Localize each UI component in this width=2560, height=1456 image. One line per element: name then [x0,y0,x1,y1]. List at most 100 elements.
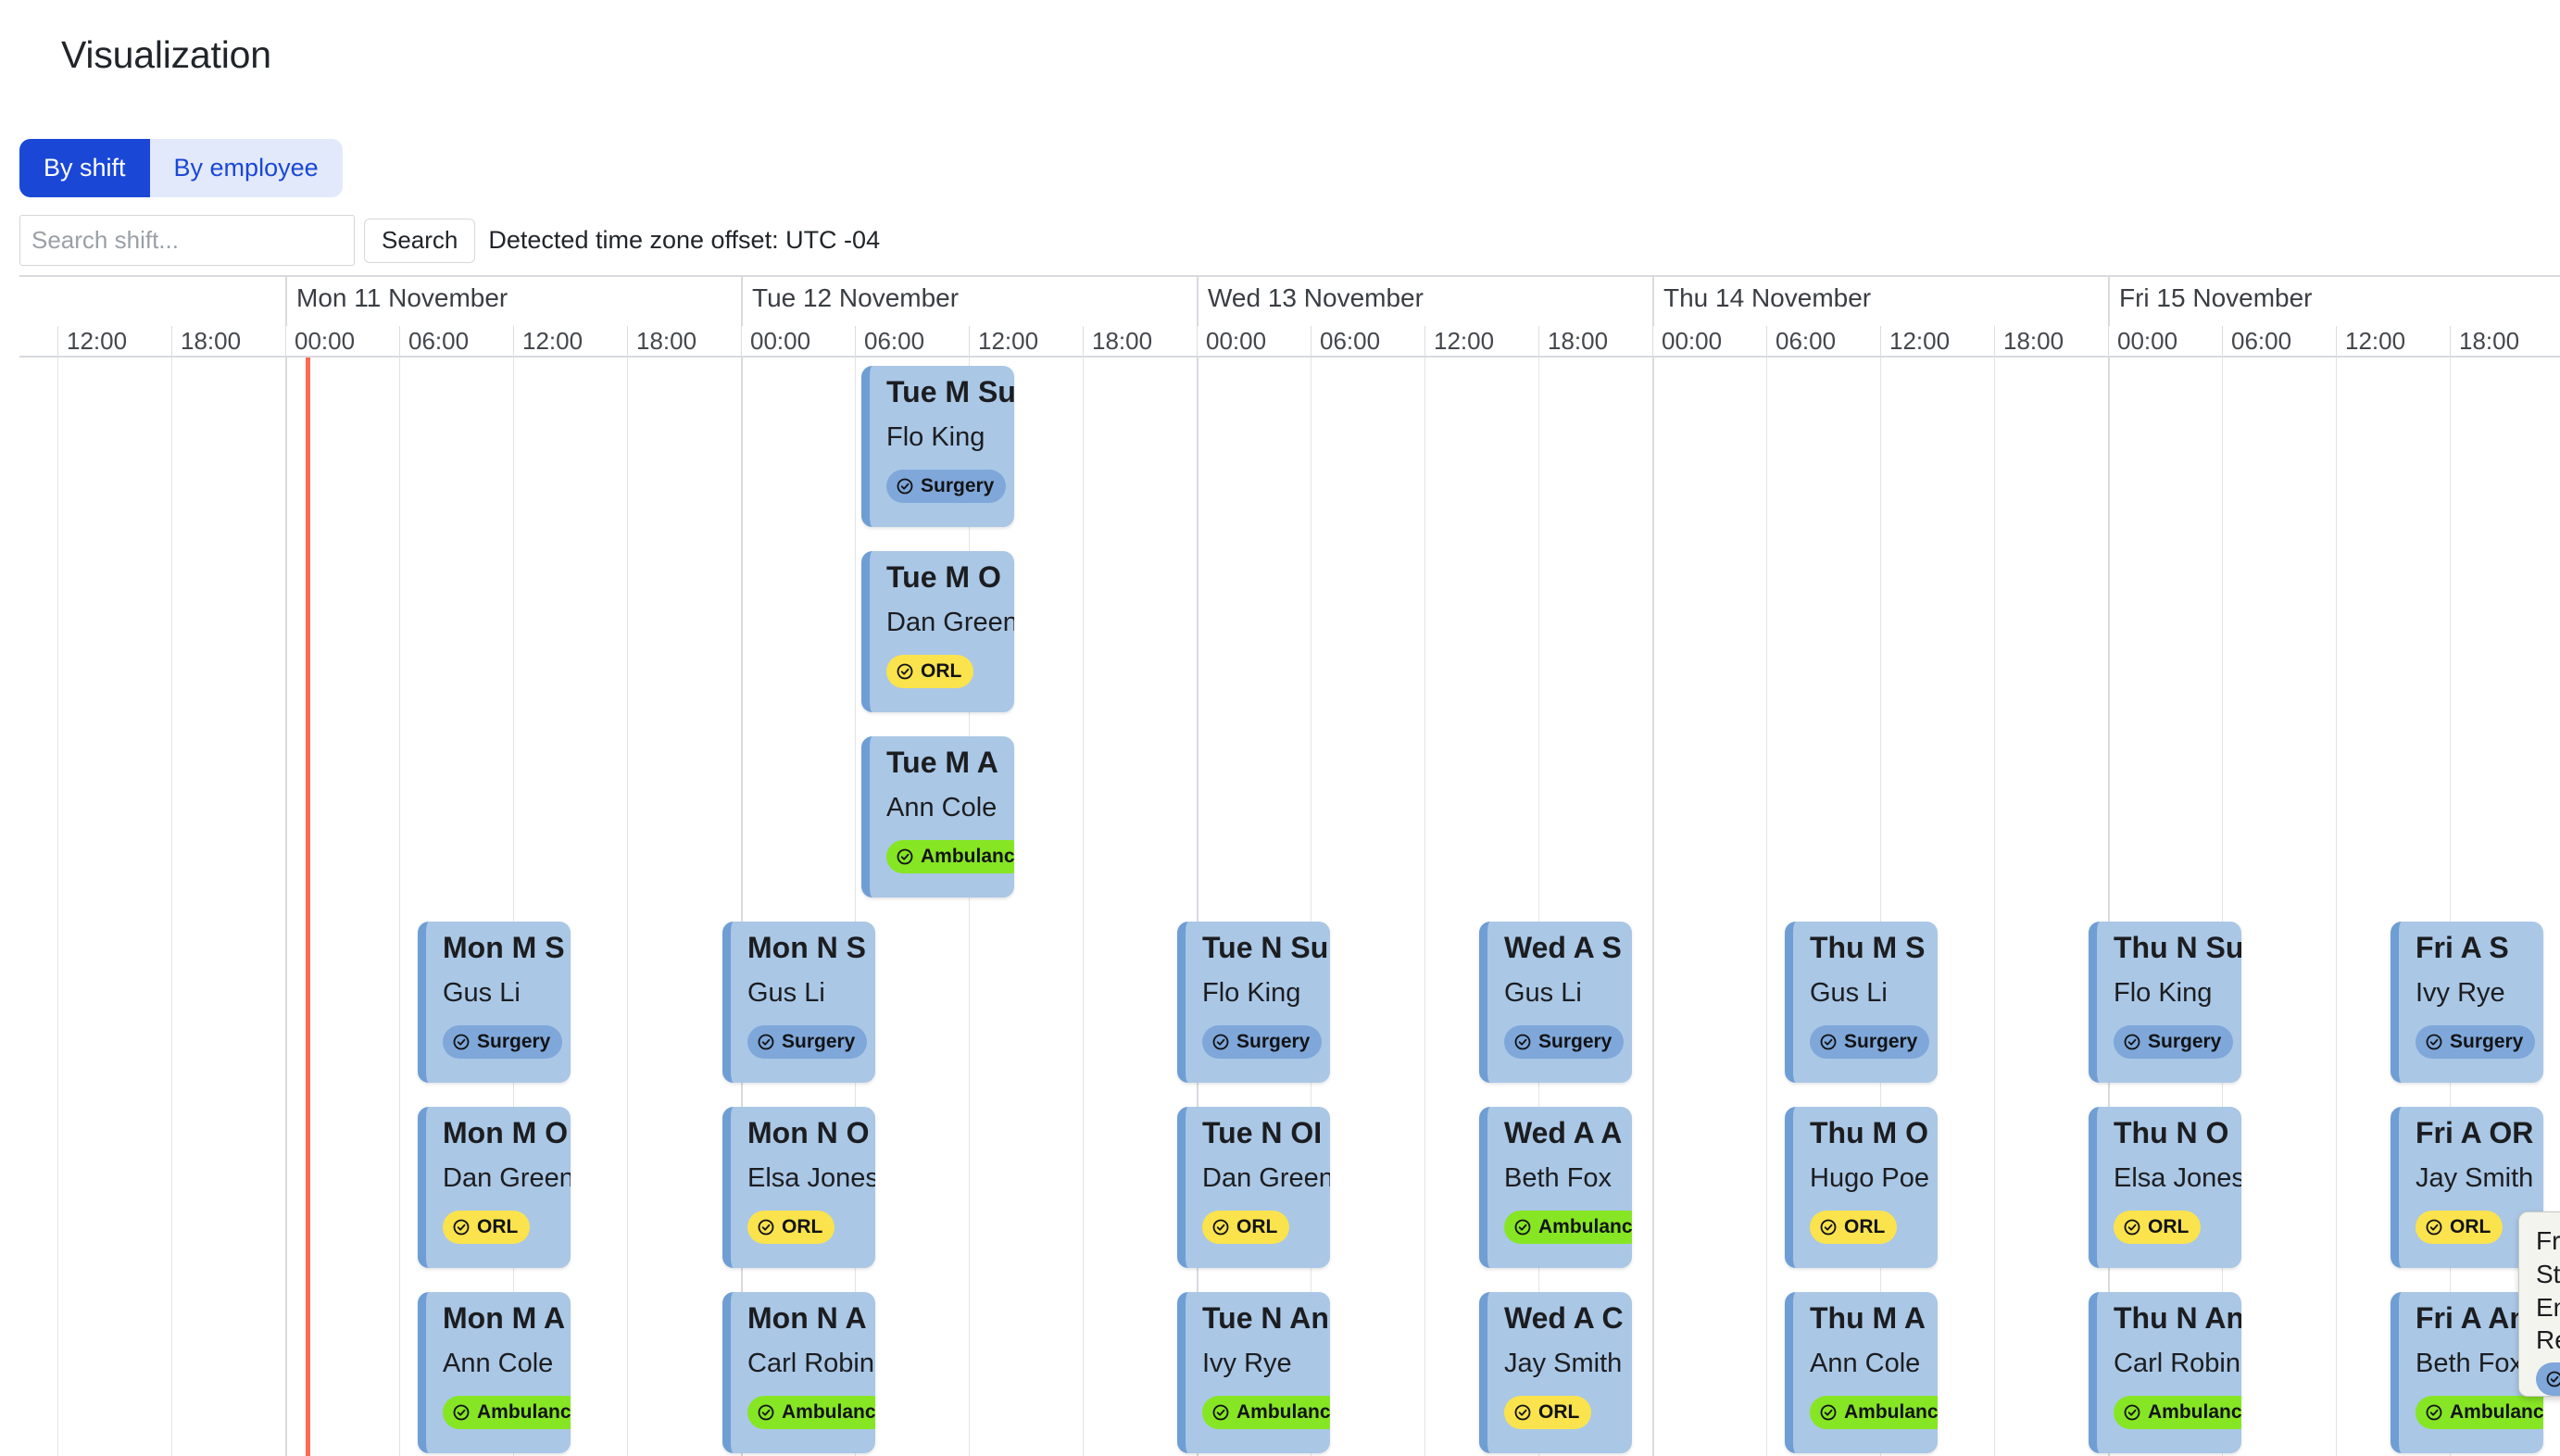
search-input[interactable] [19,215,355,266]
check-circle-icon [2426,1404,2442,1421]
visualization-page: Visualization By shift By employee Searc… [0,0,2560,1456]
shift-card-skill-badge: Surgery [1810,1025,1930,1060]
shift-card-skill-label: Ambulanc [477,1401,571,1424]
shift-card[interactable]: Tue N Su Flo King Surgery [1177,922,1330,1083]
shift-card-title: Mon M A [443,1301,566,1335]
shift-tooltip-line: End: [2536,1292,2560,1322]
shift-card-title: Mon N O [747,1116,870,1149]
shift-card-skill-label: Surgery [2148,1031,2222,1053]
shift-card[interactable]: Thu N An Carl Robin Ambulanc [2089,1292,2241,1453]
shift-card-skill-label: Surgery [782,1031,856,1053]
shift-card-skill-badge: Surgery [886,470,1007,504]
check-circle-icon [758,1404,774,1421]
shift-card-skill-badge: Surgery [747,1025,868,1060]
check-circle-icon [453,1034,470,1050]
timeline-body[interactable]: Tue M Su Flo King Surgery Tue M O Dan Green O… [19,358,2560,1456]
shift-card[interactable]: Mon M O Dan Green ORL [418,1107,571,1268]
shift-card[interactable]: Tue M A Ann Cole Ambulanc [861,736,1014,897]
timeline-hour-gridline [399,358,400,1456]
check-circle-icon [2124,1404,2140,1421]
shift-card-skill-label: Ambulanc [782,1401,875,1424]
shift-card-skill-badge: Ambulanc [886,840,1014,874]
shift-card-skill-label: Surgery [1538,1031,1613,1053]
check-circle-icon [1514,1219,1531,1236]
shift-tooltip-skill-badge: S [2536,1362,2560,1396]
tab-by-shift[interactable]: By shift [19,139,150,197]
shift-tooltip-line: Start [2536,1259,2560,1288]
shift-card-skill-label: Ambulanc [1844,1401,1938,1424]
check-circle-icon [1820,1404,1837,1421]
shift-card-skill-label: ORL [1538,1401,1580,1424]
shift-card[interactable]: Thu M S Gus Li Surgery [1785,922,1938,1083]
shift-card-skill-badge: Surgery [2114,1025,2234,1060]
shift-card-employee-name: Ivy Rye [1202,1348,1292,1378]
check-circle-icon [1514,1034,1531,1050]
shift-card[interactable]: Thu M O Hugo Poe ORL [1785,1107,1938,1268]
timeline-hour-gridline [1424,358,1425,1456]
shift-card[interactable]: Mon N O Elsa Jones ORL [722,1107,875,1268]
search-row: Search Detected time zone offset: UTC -0… [19,215,880,266]
shift-card-skill-badge: Ambulanc [1202,1396,1330,1430]
shift-card[interactable]: Mon M A Ann Cole Ambulanc [418,1292,571,1453]
shift-card-employee-name: Gus Li [1810,977,1888,1008]
timeline-hour-tick: 18:00 [1538,326,1652,358]
shift-card[interactable]: Fri A S Ivy Rye Surgery [2391,922,2543,1083]
timeline-hour-tick: 00:00 [1652,326,1766,358]
timeline-hour-tick: 06:00 [855,326,969,358]
shift-card[interactable]: Thu N O Elsa Jones ORL [2089,1107,2241,1268]
current-time-marker [306,358,310,1456]
shift-card-skill-badge: Surgery [1202,1025,1323,1060]
timeline-hour-tick: 18:00 [1994,326,2108,358]
shift-card-skill-label: Surgery [1236,1031,1311,1053]
shift-card-title: Fri A OR [2416,1116,2534,1149]
shift-card[interactable]: Tue M O Dan Green ORL [861,551,1014,712]
search-button[interactable]: Search [364,218,476,263]
check-circle-icon [1820,1219,1837,1236]
shift-card[interactable]: Tue N OI Dan Green ORL [1177,1107,1330,1268]
shift-card[interactable]: Tue N An Ivy Rye Ambulanc [1177,1292,1330,1453]
shift-card-skill-badge: ORL [1504,1396,1592,1430]
shift-card[interactable]: Tue M Su Flo King Surgery [861,366,1014,527]
timeline-hour-tick: 00:00 [741,326,855,358]
shift-card[interactable]: Mon N S Gus Li Surgery [722,922,875,1083]
check-circle-icon [1212,1034,1229,1050]
shift-card[interactable]: Mon M S Gus Li Surgery [418,922,571,1083]
timeline-hour-gridline [57,358,58,1456]
shift-card-title: Tue M Su [886,375,1014,408]
shift-card-skill-label: Ambulanc [921,846,1014,868]
check-circle-icon [2124,1034,2140,1050]
shift-card-skill-label: ORL [782,1216,823,1238]
shift-card-title: Tue N OI [1202,1116,1323,1149]
timeline-hour-tick: 06:00 [399,326,513,358]
timeline-hour-gridline [627,358,628,1456]
shift-card-skill-label: Ambulanc [2450,1401,2543,1424]
shift-card[interactable]: Wed A A Beth Fox Ambulanc [1479,1107,1632,1268]
shift-card[interactable]: Thu M A Ann Cole Ambulanc [1785,1292,1938,1453]
shift-card[interactable]: Wed A S Gus Li Surgery [1479,922,1632,1083]
shift-card-skill-badge: Ambulanc [1810,1396,1938,1430]
shift-card-title: Mon N A [747,1301,867,1335]
shift-card[interactable]: Thu N Su Flo King Surgery [2089,922,2241,1083]
check-circle-icon [1820,1034,1837,1050]
shift-card-skill-badge: ORL [2114,1211,2202,1245]
shift-tooltip-line: Requ [2536,1325,2560,1355]
shift-card[interactable]: Mon N A Carl Robin Ambulanc [722,1292,875,1453]
timeline-hour-tick: 06:00 [2222,326,2336,358]
shift-card-employee-name: Ann Cole [443,1348,554,1378]
shift-card-employee-name: Flo King [2114,977,2213,1008]
shift-card-title: Tue N An [1202,1301,1329,1335]
shift-card-employee-name: Flo King [886,421,985,452]
shift-card-skill-label: ORL [2148,1216,2190,1238]
shift-card-skill-badge: ORL [1202,1211,1290,1245]
shift-card-employee-name: Carl Robin [2114,1348,2240,1378]
shift-card-skill-label: ORL [921,660,962,683]
shift-card-skill-badge: Surgery [2416,1025,2536,1060]
tab-by-employee[interactable]: By employee [149,139,343,197]
shift-card[interactable]: Wed A C Jay Smith ORL [1479,1292,1632,1453]
shift-card-title: Tue M A [886,746,998,779]
shift-card-skill-badge: Ambulanc [443,1396,571,1430]
timeline-hour-row: 12:00 18:00 00:00 06:00 12:00 18:00 00:00 06:00… [19,326,2560,358]
shift-card-skill-badge: Ambulanc [2416,1396,2543,1430]
shift-card-title: Tue N Su [1202,931,1329,964]
check-circle-icon [758,1219,774,1236]
